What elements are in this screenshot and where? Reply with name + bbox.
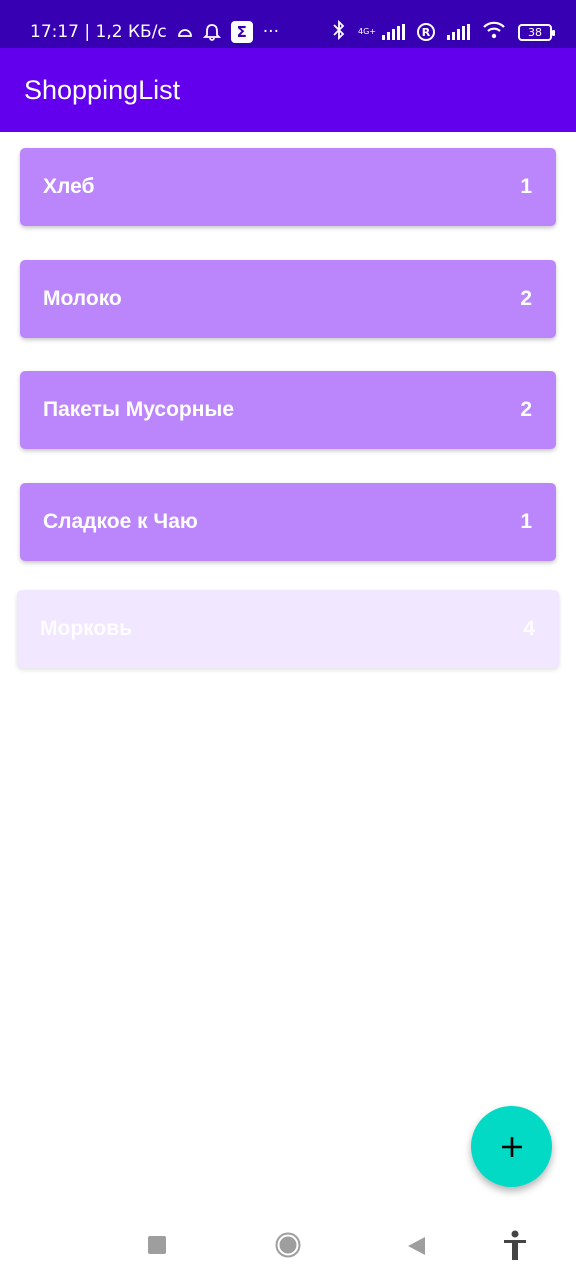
plus-icon: [501, 1136, 522, 1157]
cloud-icon: [177, 26, 193, 38]
item-count: 1: [520, 175, 532, 198]
list-item-dragging[interactable]: Морковь 4: [17, 590, 559, 668]
app-bar: ShoppingList: [0, 48, 576, 132]
item-count: 2: [520, 287, 532, 310]
item-name: Молоко: [43, 287, 122, 310]
list-item[interactable]: Молоко 2: [20, 260, 556, 338]
status-more: ···: [262, 22, 279, 42]
accessibility-icon[interactable]: [502, 1230, 528, 1266]
item-count: 1: [520, 510, 532, 533]
list-item[interactable]: Сладкое к Чаю 1: [20, 483, 556, 561]
status-left: 17:17 | 1,2 КБ/с Σ ···: [30, 21, 279, 43]
add-item-button[interactable]: [471, 1106, 552, 1187]
battery-icon: 38: [518, 23, 555, 41]
app-title: ShoppingList: [24, 74, 181, 105]
battery-level: 38: [528, 25, 542, 39]
status-time-speed: 17:17 | 1,2 КБ/с: [30, 22, 167, 42]
signal-icon-2: [447, 24, 470, 40]
wifi-icon: [482, 21, 506, 43]
sigma-icon: Σ: [230, 21, 253, 43]
list-item[interactable]: Пакеты Мусорные 2: [20, 371, 556, 449]
item-name: Пакеты Мусорные: [43, 398, 235, 421]
status-right: 4G+ R 38: [332, 19, 555, 44]
item-count: 2: [520, 398, 532, 421]
network-type: 4G+: [358, 27, 376, 36]
item-name: Морковь: [40, 617, 133, 640]
list-item[interactable]: Хлеб 1: [20, 148, 556, 226]
signal-icon: [382, 24, 405, 40]
recents-icon[interactable]: [148, 1236, 166, 1258]
alarm-icon: [202, 23, 221, 41]
item-count: 4: [523, 617, 535, 640]
roaming-indicator: R: [417, 23, 435, 41]
bluetooth-icon: [332, 19, 346, 44]
home-icon[interactable]: [275, 1232, 301, 1262]
navigation-bar: [0, 1212, 576, 1280]
item-name: Хлеб: [43, 175, 95, 198]
back-icon[interactable]: [406, 1236, 426, 1260]
item-name: Сладкое к Чаю: [43, 510, 198, 533]
